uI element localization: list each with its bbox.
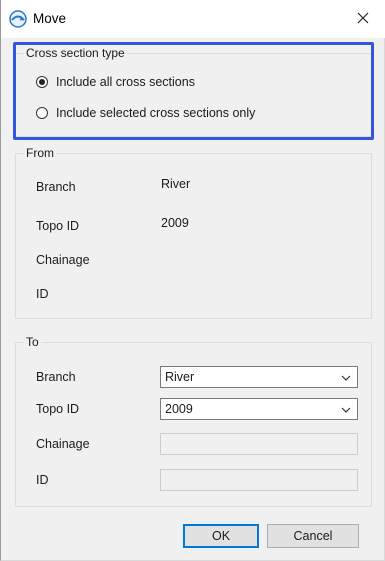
to-id-field[interactable] [160, 469, 358, 491]
from-branch-label: Branch [36, 180, 76, 194]
selection-highlight [13, 42, 374, 140]
cancel-button[interactable]: Cancel [267, 524, 359, 548]
cancel-button-label: Cancel [293, 529, 333, 543]
from-topo-id-label: Topo ID [36, 219, 80, 233]
to-chainage-label: Chainage [36, 437, 90, 451]
close-button[interactable] [341, 0, 385, 38]
to-chainage-field[interactable] [160, 433, 358, 455]
to-branch-value: River [165, 370, 195, 384]
move-app-icon [9, 10, 27, 28]
to-topo-id-combobox[interactable]: 2009 [160, 398, 358, 420]
from-topo-id-value: 2009 [161, 216, 189, 230]
ok-button[interactable]: OK [183, 524, 259, 548]
from-id-label: ID [36, 287, 49, 301]
window-title: Move [33, 11, 67, 26]
from-branch-value: River [161, 177, 191, 191]
to-legend: To [24, 335, 41, 349]
from-group: From [15, 146, 372, 319]
to-topo-id-label: Topo ID [36, 402, 80, 416]
from-chainage-label: Chainage [36, 253, 90, 267]
close-icon [357, 12, 369, 27]
title-bar: Move [1, 0, 385, 38]
chevron-down-icon [341, 404, 351, 418]
chevron-down-icon [341, 372, 351, 386]
to-branch-label: Branch [36, 370, 76, 384]
to-topo-id-value: 2009 [165, 402, 193, 416]
move-dialog: Move Cross section type Include all cros… [0, 0, 385, 561]
ok-button-label: OK [211, 529, 231, 543]
to-id-label: ID [36, 473, 49, 487]
to-branch-combobox[interactable]: River [160, 366, 358, 388]
from-legend: From [24, 146, 56, 160]
